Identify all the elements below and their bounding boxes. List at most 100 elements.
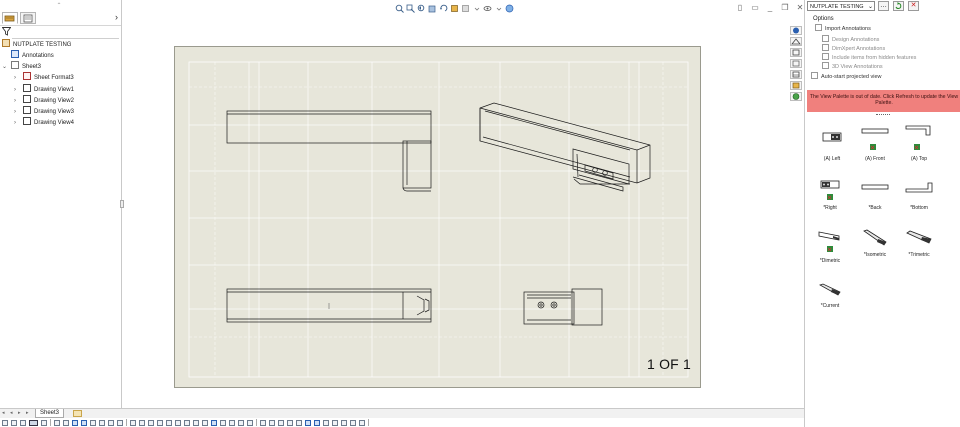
first-sheet-icon[interactable]: ◂: [2, 410, 7, 416]
note-icon[interactable]: [108, 419, 114, 426]
filter-icon[interactable]: [2, 27, 11, 36]
prev-sheet-icon[interactable]: ◂: [10, 410, 15, 416]
spell-check-icon[interactable]: [90, 419, 96, 426]
display-style-icon[interactable]: [450, 4, 459, 13]
expand-arrow-icon[interactable]: ›: [14, 85, 20, 96]
pane-grip-icon[interactable]: ⌃: [56, 3, 62, 9]
checkbox-box[interactable]: [822, 35, 829, 42]
linear-pattern-icon[interactable]: [117, 419, 123, 426]
section-view-icon[interactable]: [428, 4, 437, 13]
tree-item-sheet3[interactable]: ⌄ Sheet3: [2, 61, 41, 73]
toolbar-icon[interactable]: [350, 419, 356, 426]
checkbox-box[interactable]: [811, 72, 818, 79]
appearances-tab[interactable]: [790, 81, 802, 90]
import-annotations-checkbox[interactable]: Import Annotations: [815, 24, 871, 32]
toolbar-icon[interactable]: [2, 419, 8, 426]
toolbar-icon[interactable]: [341, 419, 347, 426]
tree-item-drawing-view3[interactable]: › Drawing View3: [14, 106, 74, 118]
palette-view-isometric[interactable]: *Isometric: [857, 228, 893, 258]
table-icon[interactable]: [260, 419, 266, 426]
filter-field[interactable]: [12, 38, 119, 39]
tree-root[interactable]: NUTPLATE TESTING: [2, 39, 71, 51]
toolbar-icon[interactable]: [63, 419, 69, 426]
palette-view-right[interactable]: *Right: [812, 179, 848, 211]
design-library-tab[interactable]: [790, 37, 802, 46]
toolbar-icon[interactable]: [359, 419, 365, 426]
restore-icon[interactable]: ❐: [780, 3, 790, 12]
next-sheet-icon[interactable]: ▸: [18, 410, 23, 416]
rotate-icon[interactable]: [439, 4, 448, 13]
appearance-icon[interactable]: [483, 4, 492, 13]
tile-window-icon[interactable]: ▯: [735, 3, 745, 12]
hide-show-icon[interactable]: [461, 4, 470, 13]
custom-properties-tab[interactable]: [790, 92, 802, 101]
tree-item-sheet-format3[interactable]: › Sheet Format3: [14, 72, 74, 84]
revision-cloud-icon[interactable]: [247, 419, 253, 426]
drawing-canvas[interactable]: [175, 47, 702, 389]
design-annotations-checkbox[interactable]: Design Annotations: [822, 35, 879, 43]
splitter-grip[interactable]: [876, 114, 890, 118]
centerline-icon[interactable]: [220, 419, 226, 426]
tree-item-drawing-view2[interactable]: › Drawing View2: [14, 95, 74, 107]
palette-view-dimetric[interactable]: *Dimetric: [812, 228, 848, 264]
checkbox-box[interactable]: [815, 24, 822, 31]
model-items-icon[interactable]: [81, 419, 87, 426]
toolbar-icon[interactable]: [41, 419, 47, 426]
palette-document-select[interactable]: NUTPLATE TESTING ⌄: [807, 1, 875, 11]
solidworks-resources-tab[interactable]: [790, 26, 802, 35]
palette-view-current[interactable]: *Current: [812, 281, 848, 309]
palette-view-trimetric[interactable]: *Trimetric: [901, 228, 937, 258]
drawing-view-3[interactable]: [226, 288, 432, 323]
palette-view-back[interactable]: *Back: [857, 183, 893, 211]
toolbar-icon[interactable]: [11, 419, 17, 426]
feature-manager-tab[interactable]: [2, 12, 18, 24]
zoom-to-fit-icon[interactable]: [395, 4, 404, 13]
palette-view-bottom[interactable]: *Bottom: [901, 181, 937, 211]
view-palette-tab[interactable]: [790, 70, 802, 79]
tree-item-annotations[interactable]: Annotations: [11, 50, 54, 62]
drawing-view-4[interactable]: [523, 288, 603, 326]
expand-arrow-icon[interactable]: ›: [14, 96, 20, 107]
add-sheet-icon[interactable]: [73, 410, 82, 417]
toolbar-icon[interactable]: [305, 419, 311, 426]
format-painter-icon[interactable]: [99, 419, 105, 426]
tree-item-drawing-view1[interactable]: › Drawing View1: [14, 84, 74, 96]
palette-view-left[interactable]: (A) Left: [814, 128, 850, 162]
view-3d-annotations-checkbox[interactable]: 3D View Annotations: [822, 62, 883, 70]
split-window-icon[interactable]: ▭: [750, 3, 760, 12]
include-hidden-checkbox[interactable]: Include items from hidden features: [822, 53, 916, 61]
auto-start-projected-view-checkbox[interactable]: Auto-start projected view: [811, 72, 882, 80]
expand-arrow-icon[interactable]: ›: [14, 118, 20, 129]
checkbox-box[interactable]: [822, 44, 829, 51]
hole-callout-icon[interactable]: [175, 419, 181, 426]
magnetic-line-icon[interactable]: [148, 419, 154, 426]
refresh-button[interactable]: [893, 1, 904, 11]
property-manager-tab[interactable]: [20, 12, 36, 24]
center-mark-icon[interactable]: [229, 419, 235, 426]
drawing-view-2[interactable]: [479, 102, 651, 192]
toolbar-icon[interactable]: [296, 419, 302, 426]
toolbar-icon[interactable]: [278, 419, 284, 426]
expand-arrow-icon[interactable]: ›: [14, 107, 20, 118]
file-explorer-tab[interactable]: [790, 48, 802, 57]
sheet-tab-sheet3[interactable]: Sheet3: [35, 409, 65, 418]
select-pointer-icon[interactable]: [29, 419, 38, 426]
toolbar-icon[interactable]: [332, 419, 338, 426]
dimxpert-annotations-checkbox[interactable]: DimXpert Annotations: [822, 44, 885, 52]
scene-icon[interactable]: [505, 4, 514, 13]
datum-feature-icon[interactable]: [193, 419, 199, 426]
previous-view-icon[interactable]: [417, 4, 426, 13]
revision-symbol-icon[interactable]: [269, 419, 275, 426]
weld-symbol-icon[interactable]: [166, 419, 172, 426]
checkbox-box[interactable]: [822, 53, 829, 60]
pane-splitter[interactable]: [120, 200, 124, 208]
search-tab[interactable]: [790, 59, 802, 68]
surface-finish-icon[interactable]: [157, 419, 163, 426]
toolbar-icon[interactable]: [323, 419, 329, 426]
palette-view-front[interactable]: (A) Front: [857, 128, 893, 162]
toolbar-icon[interactable]: [287, 419, 293, 426]
drawing-sheet[interactable]: 1 OF 1: [174, 46, 701, 388]
expand-arrow-icon[interactable]: ›: [14, 73, 20, 84]
close-icon[interactable]: ✕: [908, 1, 919, 11]
checkbox-box[interactable]: [822, 62, 829, 69]
